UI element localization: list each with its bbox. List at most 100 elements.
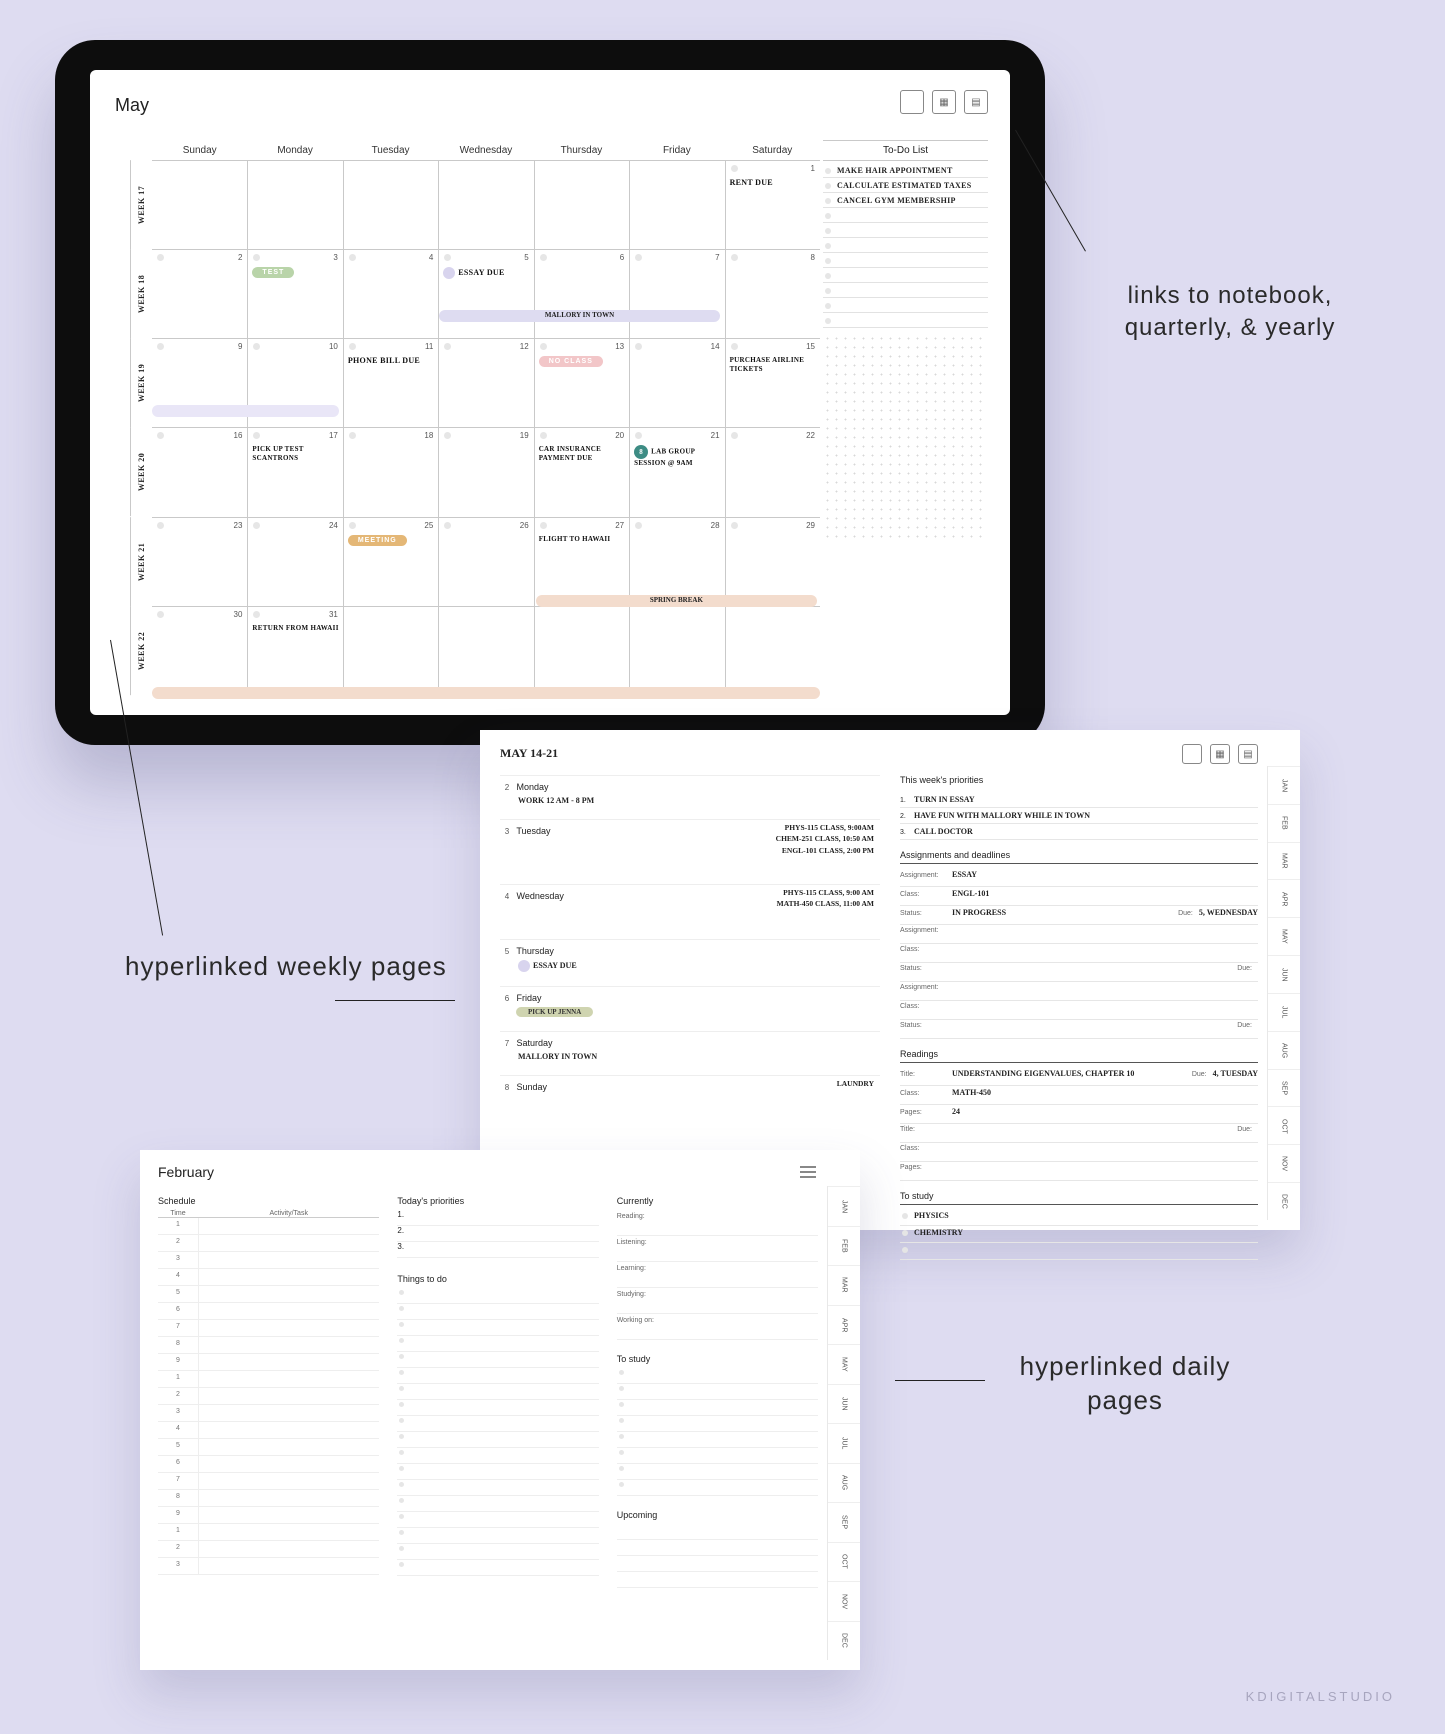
study-item[interactable]: CHEMISTRY	[900, 1226, 1258, 1243]
schedule-row[interactable]: 8	[158, 1337, 379, 1354]
week-tab-18[interactable]: WEEK 18	[130, 249, 152, 338]
day-cell[interactable]: 13 NO CLASS	[534, 338, 629, 427]
schedule-row[interactable]: 5	[158, 1286, 379, 1303]
priority-item[interactable]: 1.TURN IN ESSAY	[900, 792, 1258, 808]
month-tab[interactable]: MAY	[828, 1344, 860, 1384]
quarterly-link-icon[interactable]: ▦	[1210, 744, 1230, 764]
day-cell[interactable]	[534, 606, 629, 695]
yearly-link-icon[interactable]: ▤	[964, 90, 988, 114]
schedule-row[interactable]: 1	[158, 1524, 379, 1541]
study-lines[interactable]	[617, 1368, 818, 1496]
assignment-line[interactable]: Assignment:ESSAY	[900, 868, 1258, 887]
things-lines[interactable]	[397, 1288, 598, 1576]
schedule-row[interactable]: 5	[158, 1439, 379, 1456]
priority-item[interactable]: 2.HAVE FUN WITH MALLORY WHILE IN TOWN	[900, 808, 1258, 824]
weekly-day[interactable]: 8 Sunday LAUNDRY	[500, 1075, 880, 1106]
assignment-line[interactable]: Assignment:	[900, 925, 1258, 944]
schedule-row[interactable]: 6	[158, 1456, 379, 1473]
day-cell[interactable]: 11 PHONE BILL DUE	[343, 338, 438, 427]
assignment-line[interactable]: Status:IN PROGRESSDue:5, WEDNESDAY	[900, 906, 1258, 925]
todo-item[interactable]: CANCEL GYM MEMBERSHIP	[823, 193, 988, 208]
weekly-day[interactable]: 2 Monday WORK 12 AM - 8 PM	[500, 775, 880, 819]
notebook-link-icon[interactable]	[1182, 744, 1202, 764]
assignment-line[interactable]: Status:Due:	[900, 1020, 1258, 1039]
schedule-row[interactable]: 7	[158, 1320, 379, 1337]
day-cell[interactable]: 27 FLIGHT TO HAWAII	[534, 517, 629, 606]
day-cell[interactable]: 23	[152, 517, 247, 606]
schedule-row[interactable]: 4	[158, 1422, 379, 1439]
month-tab[interactable]: FEB	[828, 1226, 860, 1266]
month-tab[interactable]: NOV	[1268, 1144, 1300, 1182]
day-cell[interactable]: 7	[629, 249, 724, 338]
todo-item[interactable]	[823, 208, 988, 223]
day-cell[interactable]: 29	[725, 517, 820, 606]
todo-item[interactable]	[823, 298, 988, 313]
schedule-row[interactable]: 2	[158, 1235, 379, 1252]
day-cell[interactable]: 18	[343, 427, 438, 516]
schedule-row[interactable]: 8	[158, 1490, 379, 1507]
schedule-row[interactable]: 3	[158, 1558, 379, 1575]
schedule-row[interactable]: 7	[158, 1473, 379, 1490]
month-tab[interactable]: NOV	[828, 1581, 860, 1621]
month-tab[interactable]: APR	[828, 1305, 860, 1345]
day-cell[interactable]: 22	[725, 427, 820, 516]
month-tab[interactable]: MAY	[1268, 917, 1300, 955]
schedule-row[interactable]: 3	[158, 1405, 379, 1422]
schedule-row[interactable]: 4	[158, 1269, 379, 1286]
day-cell[interactable]: 19	[438, 427, 533, 516]
month-tab[interactable]: DEC	[1268, 1182, 1300, 1220]
todo-item[interactable]: CALCULATE ESTIMATED TAXES	[823, 178, 988, 193]
todo-item[interactable]	[823, 283, 988, 298]
month-tab[interactable]: FEB	[1268, 804, 1300, 842]
month-tab[interactable]: JUN	[828, 1384, 860, 1424]
schedule-row[interactable]: 2	[158, 1388, 379, 1405]
day-cell[interactable]	[152, 160, 247, 249]
assignment-line[interactable]: Status:Due:	[900, 963, 1258, 982]
todo-item[interactable]: MAKE HAIR APPOINTMENT	[823, 163, 988, 178]
todo-item[interactable]	[823, 253, 988, 268]
month-tab[interactable]: OCT	[1268, 1106, 1300, 1144]
day-cell[interactable]	[629, 606, 724, 695]
weekly-day[interactable]: 5 Thursday ESSAY DUE	[500, 939, 880, 986]
month-tab[interactable]: JUL	[828, 1423, 860, 1463]
notebook-link-icon[interactable]	[900, 90, 924, 114]
day-cell[interactable]: 14	[629, 338, 724, 427]
day-cell[interactable]: 5 ESSAY DUE	[438, 249, 533, 338]
priority-lines[interactable]: 1. 2. 3.	[397, 1210, 598, 1258]
day-cell[interactable]: 8	[725, 249, 820, 338]
weekly-day[interactable]: 3 Tuesday PHYS-115 CLASS, 9:00AM CHEM-25…	[500, 819, 880, 884]
month-tab[interactable]: MAR	[1268, 842, 1300, 880]
menu-icon[interactable]	[800, 1166, 816, 1178]
month-tab[interactable]: AUG	[1268, 1031, 1300, 1069]
day-cell[interactable]: 26	[438, 517, 533, 606]
yearly-link-icon[interactable]: ▤	[1238, 744, 1258, 764]
day-cell[interactable]	[247, 160, 342, 249]
day-cell[interactable]: 28	[629, 517, 724, 606]
day-cell[interactable]: 15 PURCHASE AIRLINE TICKETS	[725, 338, 820, 427]
week-tab-22[interactable]: WEEK 22	[130, 606, 152, 695]
schedule-row[interactable]: 9	[158, 1354, 379, 1371]
weekly-day[interactable]: 4 Wednesday PHYS-115 CLASS, 9:00 AM MATH…	[500, 884, 880, 939]
day-cell[interactable]: 24	[247, 517, 342, 606]
todo-item[interactable]	[823, 313, 988, 328]
month-tab[interactable]: OCT	[828, 1542, 860, 1582]
month-tab[interactable]: SEP	[1268, 1069, 1300, 1107]
weekly-day[interactable]: 7 Saturday MALLORY IN TOWN	[500, 1031, 880, 1075]
quarterly-link-icon[interactable]: ▦	[932, 90, 956, 114]
day-cell[interactable]	[534, 160, 629, 249]
schedule-row[interactable]: 2	[158, 1541, 379, 1558]
reading-line[interactable]: Title:Due:	[900, 1124, 1258, 1143]
week-tab-17[interactable]: WEEK 17	[130, 160, 152, 249]
study-item[interactable]: PHYSICS	[900, 1209, 1258, 1226]
upcoming-lines[interactable]	[617, 1524, 818, 1588]
day-cell[interactable]: 31 RETURN FROM HAWAII	[247, 606, 342, 695]
day-cell[interactable]	[438, 606, 533, 695]
weekly-day[interactable]: 6 Friday PICK UP JENNA	[500, 986, 880, 1031]
week-tab-21[interactable]: WEEK 21	[130, 517, 152, 606]
day-cell[interactable]: 16	[152, 427, 247, 516]
month-tab[interactable]: JUN	[1268, 955, 1300, 993]
month-tab[interactable]: AUG	[828, 1463, 860, 1503]
todo-item[interactable]	[823, 268, 988, 283]
month-tab[interactable]: APR	[1268, 879, 1300, 917]
todo-item[interactable]	[823, 223, 988, 238]
